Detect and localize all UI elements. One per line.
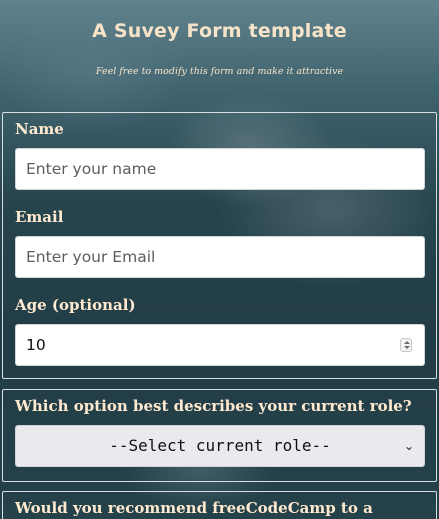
email-input-placeholder: Enter your Email [26, 248, 156, 266]
chevron-down-icon: ⌄ [403, 439, 414, 453]
email-label: Email [15, 208, 64, 226]
recommend-section: Would you recommend freeCodeCamp to a [2, 491, 437, 519]
number-spinner-icon[interactable] [400, 338, 412, 352]
name-input-placeholder: Enter your name [26, 160, 157, 178]
email-input[interactable]: Enter your Email [15, 236, 425, 278]
page-header: A Suvey Form template Feel free to modif… [0, 0, 439, 112]
page-subtitle: Feel free to modify this form and make i… [95, 66, 344, 77]
age-label: Age (optional) [15, 296, 136, 314]
age-input[interactable]: 10 [15, 324, 425, 366]
name-input[interactable]: Enter your name [15, 148, 425, 190]
age-input-value: 10 [26, 336, 46, 354]
role-section: Which option best describes your current… [2, 389, 437, 482]
recommend-label: Would you recommend freeCodeCamp to a [15, 499, 373, 517]
role-label: Which option best describes your current… [15, 397, 412, 415]
name-label: Name [15, 120, 64, 138]
role-select-value: --Select current role-- [109, 436, 331, 455]
personal-info-section: Name Enter your name Email Enter your Em… [2, 112, 437, 379]
page-title: A Suvey Form template [92, 20, 347, 42]
role-select[interactable]: --Select current role-- ⌄ [15, 425, 425, 467]
